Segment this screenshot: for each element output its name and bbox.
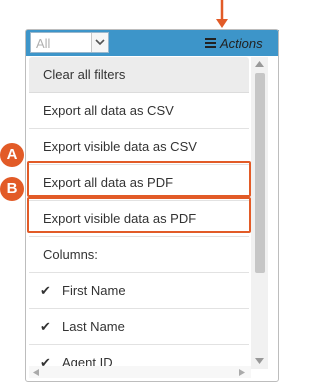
- menu-item-export-all-csv[interactable]: Export all data as CSV: [29, 93, 249, 129]
- chevron-down-icon[interactable]: [91, 33, 108, 52]
- checkmark-icon: ✔: [40, 283, 51, 298]
- filter-select[interactable]: All: [30, 32, 109, 53]
- vertical-scrollbar-thumb[interactable]: [255, 73, 265, 273]
- vertical-scrollbar[interactable]: [251, 57, 268, 369]
- hamburger-menu-icon: [205, 38, 216, 48]
- checkmark-icon: ✔: [40, 319, 51, 334]
- actions-button[interactable]: Actions: [205, 33, 263, 53]
- menu-item-column-first-name[interactable]: ✔ First Name: [29, 273, 249, 309]
- menu-item-column-last-name[interactable]: ✔ Last Name: [29, 309, 249, 345]
- column-label: Last Name: [62, 319, 125, 334]
- actions-menu: Clear all filters Export all data as CSV…: [29, 57, 249, 371]
- actions-label: Actions: [220, 35, 263, 51]
- callout-badge-b: B: [0, 177, 24, 201]
- callout-arrow-icon: [216, 0, 228, 28]
- menu-item-export-visible-pdf[interactable]: Export visible data as PDF: [29, 201, 249, 237]
- menu-item-clear-filters[interactable]: Clear all filters: [29, 57, 249, 93]
- scroll-left-icon[interactable]: [33, 369, 39, 376]
- column-label: First Name: [62, 283, 126, 298]
- scroll-down-icon[interactable]: [255, 358, 264, 364]
- scroll-right-icon[interactable]: [239, 369, 245, 376]
- columns-heading: Columns:: [29, 237, 249, 273]
- filter-select-value: All: [36, 36, 51, 51]
- menu-item-export-all-pdf[interactable]: Export all data as PDF: [29, 165, 249, 201]
- menu-item-export-visible-csv[interactable]: Export visible data as CSV: [29, 129, 249, 165]
- horizontal-scrollbar[interactable]: [29, 366, 251, 378]
- callout-badge-a: A: [0, 143, 24, 167]
- scroll-up-icon[interactable]: [255, 61, 264, 67]
